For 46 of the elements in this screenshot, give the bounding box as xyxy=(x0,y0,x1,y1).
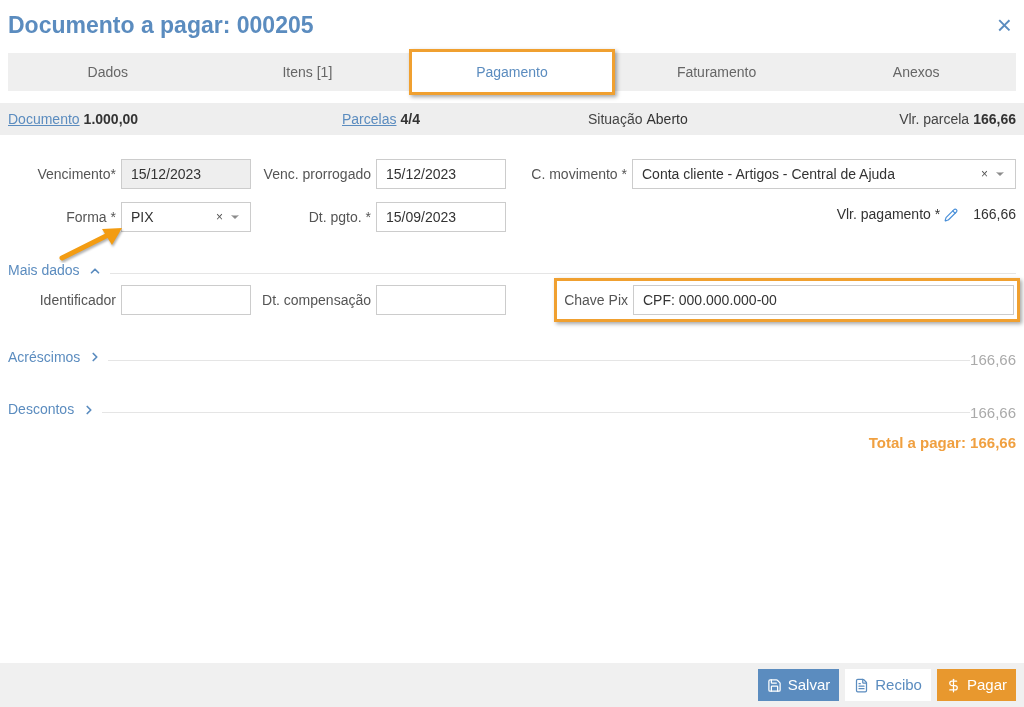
text-field[interactable]: 15/12/2023 xyxy=(376,159,506,189)
tab[interactable]: Faturamento xyxy=(616,53,817,91)
section-amount: 166,66 xyxy=(970,350,1016,370)
select-field[interactable]: PIX × xyxy=(121,202,251,232)
tab[interactable]: Anexos xyxy=(816,53,1016,91)
close-button[interactable]: × xyxy=(996,12,1016,38)
section-toggle[interactable]: Acréscimos xyxy=(8,346,103,368)
section-toggle[interactable]: Mais dados xyxy=(8,260,102,281)
dialog-title: Documento a pagar: 000205 xyxy=(8,10,314,40)
field-label: Venc. prorrogado xyxy=(262,164,372,184)
footer-button[interactable]: Recibo xyxy=(845,669,931,701)
field-label: Forma * xyxy=(65,207,117,227)
tab[interactable]: Dados xyxy=(8,53,208,91)
summary-value: 166,66 xyxy=(973,109,1016,129)
tab[interactable]: Pagamento xyxy=(409,49,615,95)
select-value: PIX xyxy=(131,207,155,227)
section-amount: 166,66 xyxy=(970,402,1016,423)
field-label: Identificador xyxy=(38,290,117,310)
document-icon xyxy=(854,677,870,693)
select-field[interactable]: Conta cliente - Artigos - Central de Ajuda × xyxy=(632,159,1016,189)
summary-link[interactable]: Documento xyxy=(8,108,80,130)
text-field[interactable] xyxy=(376,285,506,315)
clear-button[interactable]: × xyxy=(981,165,988,183)
field-label: Chave Pix xyxy=(563,290,629,310)
summary-label: Vlr. parcela xyxy=(899,109,970,129)
tab[interactable]: Itens [1] xyxy=(207,53,408,91)
total-to-pay: Total a pagar: 166,66 xyxy=(868,433,1016,453)
footer-button[interactable]: Salvar xyxy=(757,669,840,701)
field-label: C. movimento * xyxy=(530,164,628,184)
text-field[interactable]: 15/09/2023 xyxy=(376,202,506,232)
summary-link[interactable]: Parcelas xyxy=(342,108,397,130)
summary-value: Aberto xyxy=(646,109,688,129)
edit-pencil-icon[interactable] xyxy=(944,207,959,222)
text-field[interactable] xyxy=(121,285,251,315)
summary-label: Situação xyxy=(588,109,643,129)
text-field[interactable]: CPF: 000.000.000-00 xyxy=(633,285,1014,315)
payment-amount: 166,66 xyxy=(973,205,1016,224)
section-toggle[interactable]: Descontos xyxy=(8,399,97,421)
summary-value: 1.000,00 xyxy=(83,109,139,129)
field-label: Dt. pgto. * xyxy=(307,207,372,227)
summary-value: 4/4 xyxy=(400,109,420,129)
field-label: Vlr. pagamento * xyxy=(836,205,941,224)
select-value: Conta cliente - Artigos - Central de Ajuda xyxy=(642,164,896,184)
field-label: Vencimento* xyxy=(36,164,117,184)
clear-button[interactable]: × xyxy=(216,208,223,226)
field-label: Dt. compensação xyxy=(261,290,372,310)
